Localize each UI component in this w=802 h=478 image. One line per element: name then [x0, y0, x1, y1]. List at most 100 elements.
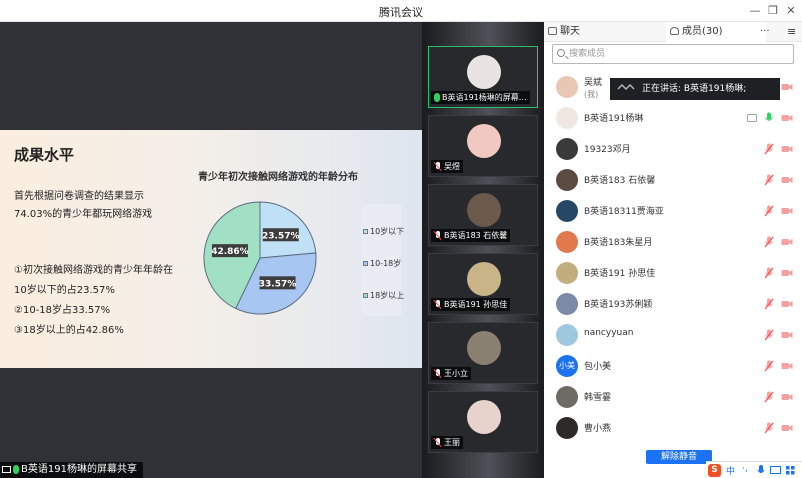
- slide-intro-line-1: 首先根据问卷调查的结果显示: [14, 191, 144, 202]
- mic-on-icon[interactable]: [764, 112, 774, 124]
- member-row[interactable]: 19323邓月: [544, 134, 802, 165]
- pie-slice-label: 33.57%: [259, 276, 297, 290]
- video-thumbnail[interactable]: B英语191 孙思佳: [428, 253, 538, 315]
- mic-muted-icon[interactable]: [764, 205, 774, 217]
- member-name: 19323邓月: [584, 145, 631, 155]
- member-search-box[interactable]: [552, 44, 794, 64]
- minimize-button[interactable]: —: [746, 2, 764, 20]
- mic-muted-icon[interactable]: [764, 236, 774, 248]
- legend-item: 18岁以上: [363, 290, 404, 301]
- svg-text:42.86%: 42.86%: [211, 247, 249, 257]
- maximize-button[interactable]: ❐: [764, 2, 782, 20]
- slide-point-2: 10岁以下的占23.57%: [14, 285, 115, 296]
- more-options-button[interactable]: ···: [760, 22, 780, 42]
- member-row[interactable]: B英语183 石依馨: [544, 165, 802, 196]
- ime-toolbar[interactable]: S 中 ·,: [706, 461, 802, 478]
- mic-muted-icon[interactable]: [764, 391, 774, 403]
- grid-icon[interactable]: [786, 466, 795, 475]
- legend-item: 10岁以下: [363, 226, 404, 237]
- camera-off-icon[interactable]: [781, 238, 793, 246]
- svg-text:33.57%: 33.57%: [259, 279, 297, 289]
- screen-share-area: 成果水平 首先根据问卷调查的结果显示 74.03%的青少年都玩网络游戏 ①初次接…: [0, 22, 424, 478]
- member-row[interactable]: B英语193苏俐颖: [544, 289, 802, 320]
- member-row[interactable]: B英语183朱星月: [544, 227, 802, 258]
- camera-off-icon[interactable]: [781, 362, 793, 370]
- video-thumbnail-strip[interactable]: B英语191杨琳的屏幕… 吴煜 B英语183 石依馨 B英语191 孙思佳王小立王丽: [422, 22, 544, 478]
- avatar: [556, 231, 578, 253]
- avatar: [556, 76, 578, 98]
- camera-off-icon[interactable]: [781, 114, 793, 122]
- camera-off-icon[interactable]: [781, 207, 793, 215]
- tab-members[interactable]: 成员(30): [666, 22, 766, 42]
- slide-point-3: ②10-18岁占33.57%: [14, 305, 111, 316]
- mic-muted-icon: [434, 300, 442, 309]
- keyboard-icon[interactable]: [770, 466, 781, 474]
- member-row[interactable]: 曹小燕: [544, 413, 802, 444]
- chart-legend: 10岁以下 10-18岁 18岁以上: [361, 204, 404, 316]
- member-row[interactable]: 韩雪霎: [544, 382, 802, 413]
- camera-off-icon[interactable]: [781, 331, 793, 339]
- ime-language-toggle[interactable]: 中: [726, 464, 735, 477]
- avatar: [556, 386, 578, 408]
- legend-swatch: [363, 229, 368, 234]
- video-thumbnail[interactable]: 王丽: [428, 391, 538, 453]
- members-icon: [670, 27, 679, 35]
- chart-title: 青少年初次接触网络游戏的年龄分布: [198, 172, 358, 183]
- member-name: B英语191 孙思佳: [584, 269, 656, 279]
- video-thumbnail[interactable]: B英语191杨琳的屏幕…: [428, 46, 538, 108]
- mic-muted-icon[interactable]: [764, 267, 774, 279]
- avatar-text: 小美: [559, 361, 575, 370]
- speaking-wave-icon: [617, 84, 635, 90]
- legend-item: 10-18岁: [363, 258, 401, 269]
- thumbnail-label: 王小立: [431, 367, 471, 380]
- menu-icon[interactable]: ≡: [787, 22, 801, 42]
- slide-point-4: ③18岁以上的占42.86%: [14, 325, 124, 336]
- avatar: [556, 107, 578, 129]
- mic-muted-icon[interactable]: [764, 422, 774, 434]
- avatar: [556, 200, 578, 222]
- mic-muted-icon[interactable]: [764, 298, 774, 310]
- tab-chat[interactable]: 聊天: [548, 22, 664, 42]
- member-search-input[interactable]: [569, 47, 789, 61]
- video-thumbnail[interactable]: 吴煜: [428, 115, 538, 177]
- video-thumbnail[interactable]: B英语183 石依馨: [428, 184, 538, 246]
- thumbnail-label: B英语191杨琳的屏幕…: [431, 91, 530, 104]
- member-name: nancyyuan: [584, 328, 634, 338]
- mic-muted-icon: [434, 162, 442, 171]
- camera-off-icon[interactable]: [781, 83, 793, 91]
- camera-off-icon[interactable]: [781, 300, 793, 308]
- mic-muted-icon[interactable]: [764, 143, 774, 155]
- camera-off-icon[interactable]: [781, 393, 793, 401]
- camera-off-icon[interactable]: [781, 424, 793, 432]
- video-thumbnail[interactable]: 王小立: [428, 322, 538, 384]
- member-row[interactable]: B英语18311贾海亚: [544, 196, 802, 227]
- member-row[interactable]: B英语191杨琳: [544, 103, 802, 134]
- speaking-indicator: 正在讲话: B英语191杨琳;: [610, 78, 780, 100]
- unmute-all-button[interactable]: 解除静音: [646, 450, 712, 464]
- member-name: 韩雪霎: [584, 393, 612, 403]
- member-row[interactable]: nancyyuan: [544, 320, 802, 351]
- member-name: B英语18311贾海亚: [584, 207, 664, 217]
- member-row[interactable]: B英语191 孙思佳: [544, 258, 802, 289]
- mic-muted-icon[interactable]: [764, 174, 774, 186]
- avatar: [556, 262, 578, 284]
- ime-punctuation-toggle[interactable]: ·,: [742, 464, 748, 474]
- legend-swatch: [363, 293, 368, 298]
- mic-icon[interactable]: [757, 465, 765, 476]
- window-title: 腾讯会议: [379, 6, 423, 19]
- member-name: 包小美: [584, 362, 612, 372]
- camera-off-icon[interactable]: [781, 176, 793, 184]
- mic-muted-icon[interactable]: [764, 360, 774, 372]
- thumbnail-label: 吴煜: [431, 160, 463, 173]
- avatar: [556, 324, 578, 346]
- camera-off-icon[interactable]: [781, 145, 793, 153]
- avatar: [556, 138, 578, 160]
- member-name: B英语183朱星月: [584, 238, 653, 248]
- avatar: [467, 331, 501, 365]
- mic-muted-icon: [434, 231, 442, 240]
- mic-muted-icon[interactable]: [764, 329, 774, 341]
- member-name: 曹小燕: [584, 424, 612, 434]
- camera-off-icon[interactable]: [781, 269, 793, 277]
- member-row[interactable]: 小美 包小美: [544, 351, 802, 382]
- close-button[interactable]: ✕: [782, 2, 800, 20]
